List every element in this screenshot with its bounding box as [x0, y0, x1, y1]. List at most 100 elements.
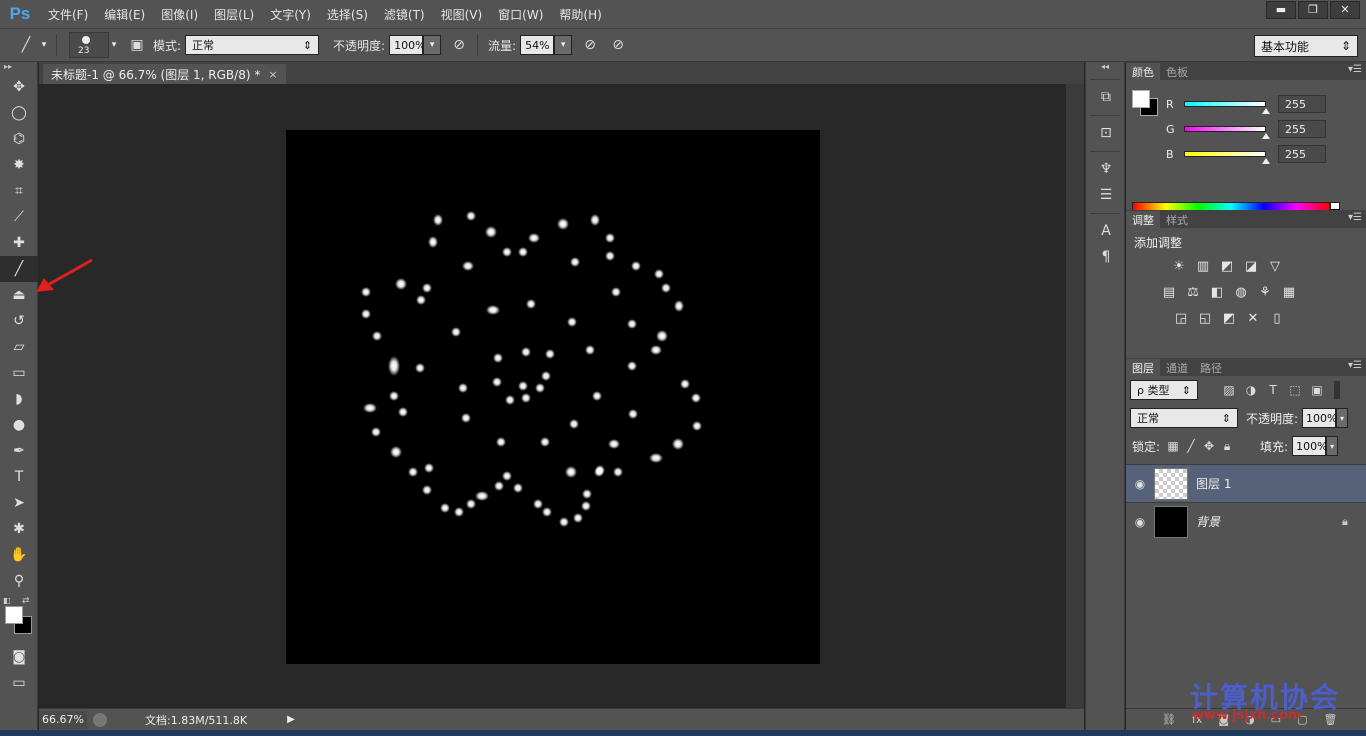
- history-panel-icon[interactable]: ⧉: [1086, 84, 1126, 110]
- tool-preset-dropdown-icon[interactable]: ▾: [38, 35, 50, 55]
- link-layers-icon[interactable]: ⛓: [1162, 713, 1176, 726]
- channel-slider[interactable]: [1184, 151, 1270, 164]
- adjustment-icon[interactable]: ▦: [1280, 283, 1298, 301]
- filter-type-icon[interactable]: T: [1262, 380, 1284, 400]
- dock-grip-icon[interactable]: ◂◂: [1086, 62, 1124, 74]
- default-colors-icon[interactable]: ◧: [3, 596, 11, 605]
- lock-all-icon[interactable]: 🔒︎: [1218, 436, 1236, 456]
- menu-item[interactable]: 编辑(E): [96, 6, 153, 23]
- menu-item[interactable]: 选择(S): [319, 6, 376, 23]
- quick-mask-icon[interactable]: ◙: [0, 644, 38, 670]
- layer-row[interactable]: ◉ 背景 🔒︎: [1126, 502, 1366, 540]
- adjustment-icon[interactable]: ◧: [1208, 283, 1226, 301]
- elliptical-marquee-tool-icon[interactable]: ◯: [0, 100, 38, 126]
- zoom-tool-icon[interactable]: ⚲: [0, 568, 38, 594]
- workspace-select[interactable]: 基本功能 ⇕: [1254, 35, 1358, 57]
- menu-item[interactable]: 文件(F): [40, 6, 96, 23]
- menu-item[interactable]: 窗口(W): [490, 6, 551, 23]
- lock-image-icon[interactable]: ╱: [1182, 436, 1200, 456]
- layer-opacity-input[interactable]: 100%: [1302, 408, 1338, 428]
- layer-name[interactable]: 背景: [1196, 513, 1342, 530]
- tab-channels[interactable]: 通道: [1160, 359, 1194, 376]
- menu-item[interactable]: 图层(L): [206, 6, 262, 23]
- gradient-tool-icon[interactable]: ▭: [0, 360, 38, 386]
- channel-value-input[interactable]: 255: [1278, 120, 1326, 138]
- visibility-eye-icon[interactable]: ◉: [1126, 515, 1154, 529]
- document-tab[interactable]: 未标题-1 @ 66.7% (图层 1, RGB/8) * ×: [43, 64, 286, 84]
- zoom-level-field[interactable]: 66.67%: [39, 710, 87, 729]
- layer-filter-select[interactable]: ρ 类型 ⇕: [1130, 380, 1198, 400]
- pen-tool-icon[interactable]: ✒: [0, 438, 38, 464]
- channel-value-input[interactable]: 255: [1278, 95, 1326, 113]
- paragraph-panel-icon[interactable]: ¶: [1086, 244, 1126, 270]
- filter-shape-icon[interactable]: ⬚: [1284, 380, 1306, 400]
- screen-mode-icon[interactable]: ▭: [0, 670, 38, 696]
- dodge-tool-icon[interactable]: ●: [0, 412, 38, 438]
- brush-tool-icon[interactable]: ╱: [0, 256, 38, 282]
- flow-input[interactable]: 54%: [520, 35, 555, 55]
- fill-input[interactable]: 100%: [1292, 436, 1328, 456]
- panel-menu-icon[interactable]: ▾☰: [1348, 212, 1362, 223]
- close-button[interactable]: ✕: [1330, 1, 1360, 19]
- toolbox-grip-icon[interactable]: ▸▸: [0, 62, 37, 74]
- tab-paths[interactable]: 路径: [1194, 359, 1228, 376]
- brush-presets-panel-icon[interactable]: ☰: [1086, 182, 1126, 208]
- layer-thumbnail[interactable]: [1154, 467, 1188, 500]
- menu-item[interactable]: 图像(I): [153, 6, 206, 23]
- layer-row[interactable]: ◉ 图层 1: [1126, 464, 1366, 502]
- brush-tool-preset-icon[interactable]: ╱: [14, 34, 38, 56]
- panel-menu-icon[interactable]: ▾☰: [1348, 360, 1362, 371]
- lock-position-icon[interactable]: ✥: [1200, 436, 1218, 456]
- move-tool-icon[interactable]: ✥: [0, 74, 38, 100]
- pressure-size-icon[interactable]: ⊘: [606, 34, 630, 56]
- menu-item[interactable]: 帮助(H): [551, 6, 609, 23]
- tab-styles[interactable]: 样式: [1160, 211, 1194, 228]
- opacity-input[interactable]: 100%: [389, 35, 426, 55]
- menu-item[interactable]: 文字(Y): [262, 6, 319, 23]
- swap-colors-icon[interactable]: ⇄: [22, 596, 30, 606]
- adjustment-icon[interactable]: ▯: [1268, 309, 1286, 327]
- polygonal-lasso-tool-icon[interactable]: ⌬: [0, 126, 38, 152]
- adjustment-icon[interactable]: ✕: [1244, 309, 1262, 327]
- character-panel-icon[interactable]: A: [1086, 218, 1126, 244]
- adjustment-icon[interactable]: ⚖: [1184, 283, 1202, 301]
- airbrush-icon[interactable]: ⊘: [578, 34, 602, 56]
- tab-adjustments[interactable]: 调整: [1126, 211, 1160, 228]
- layer-name[interactable]: 图层 1: [1196, 475, 1366, 492]
- filter-smart-object-icon[interactable]: ▣: [1306, 380, 1328, 400]
- menu-item[interactable]: 滤镜(T): [376, 6, 433, 23]
- filter-adjustment-icon[interactable]: ◑: [1240, 380, 1262, 400]
- brush-preset-dropdown-icon[interactable]: ▾: [109, 35, 119, 55]
- opacity-dropdown-icon[interactable]: ▾: [423, 35, 442, 55]
- foreground-color-swatch[interactable]: [5, 606, 23, 624]
- properties-panel-icon[interactable]: ⊡: [1086, 120, 1126, 146]
- menu-item[interactable]: 视图(V): [433, 6, 491, 23]
- layer-thumbnail[interactable]: [1154, 505, 1188, 538]
- blend-mode-select[interactable]: 正常 ⇕: [1130, 408, 1238, 428]
- channel-value-input[interactable]: 255: [1278, 145, 1326, 163]
- type-tool-icon[interactable]: T: [0, 464, 38, 490]
- brush-preset-picker[interactable]: 23: [69, 32, 109, 58]
- filter-toggle-switch[interactable]: [1334, 381, 1340, 399]
- panel-menu-icon[interactable]: ▾☰: [1348, 64, 1362, 75]
- eyedropper-tool-icon[interactable]: ⟋: [0, 204, 38, 230]
- adjustment-icon[interactable]: ◩: [1218, 257, 1236, 275]
- minimize-button[interactable]: ▬: [1266, 1, 1296, 19]
- tab-layers[interactable]: 图层: [1126, 359, 1160, 376]
- status-info-icon[interactable]: [93, 712, 107, 727]
- adjustment-icon[interactable]: ◱: [1196, 309, 1214, 327]
- channel-slider[interactable]: [1184, 126, 1270, 139]
- fill-dropdown-icon[interactable]: ▾: [1326, 436, 1339, 456]
- blur-tool-icon[interactable]: ◗: [0, 386, 38, 412]
- adjustment-icon[interactable]: ☀: [1170, 257, 1188, 275]
- adjustment-icon[interactable]: ◪: [1242, 257, 1260, 275]
- pressure-opacity-icon[interactable]: ⊘: [447, 34, 471, 56]
- lock-transparent-icon[interactable]: ▦: [1164, 436, 1182, 456]
- crop-tool-icon[interactable]: ⌗: [0, 178, 38, 204]
- restore-button[interactable]: ❐: [1298, 1, 1328, 19]
- clone-stamp-tool-icon[interactable]: ⏏: [0, 282, 38, 308]
- adjustment-icon[interactable]: ▥: [1194, 257, 1212, 275]
- visibility-eye-icon[interactable]: ◉: [1126, 477, 1154, 491]
- status-menu-arrow-icon[interactable]: ▶: [287, 714, 295, 725]
- layer-opacity-dropdown-icon[interactable]: ▾: [1336, 408, 1349, 428]
